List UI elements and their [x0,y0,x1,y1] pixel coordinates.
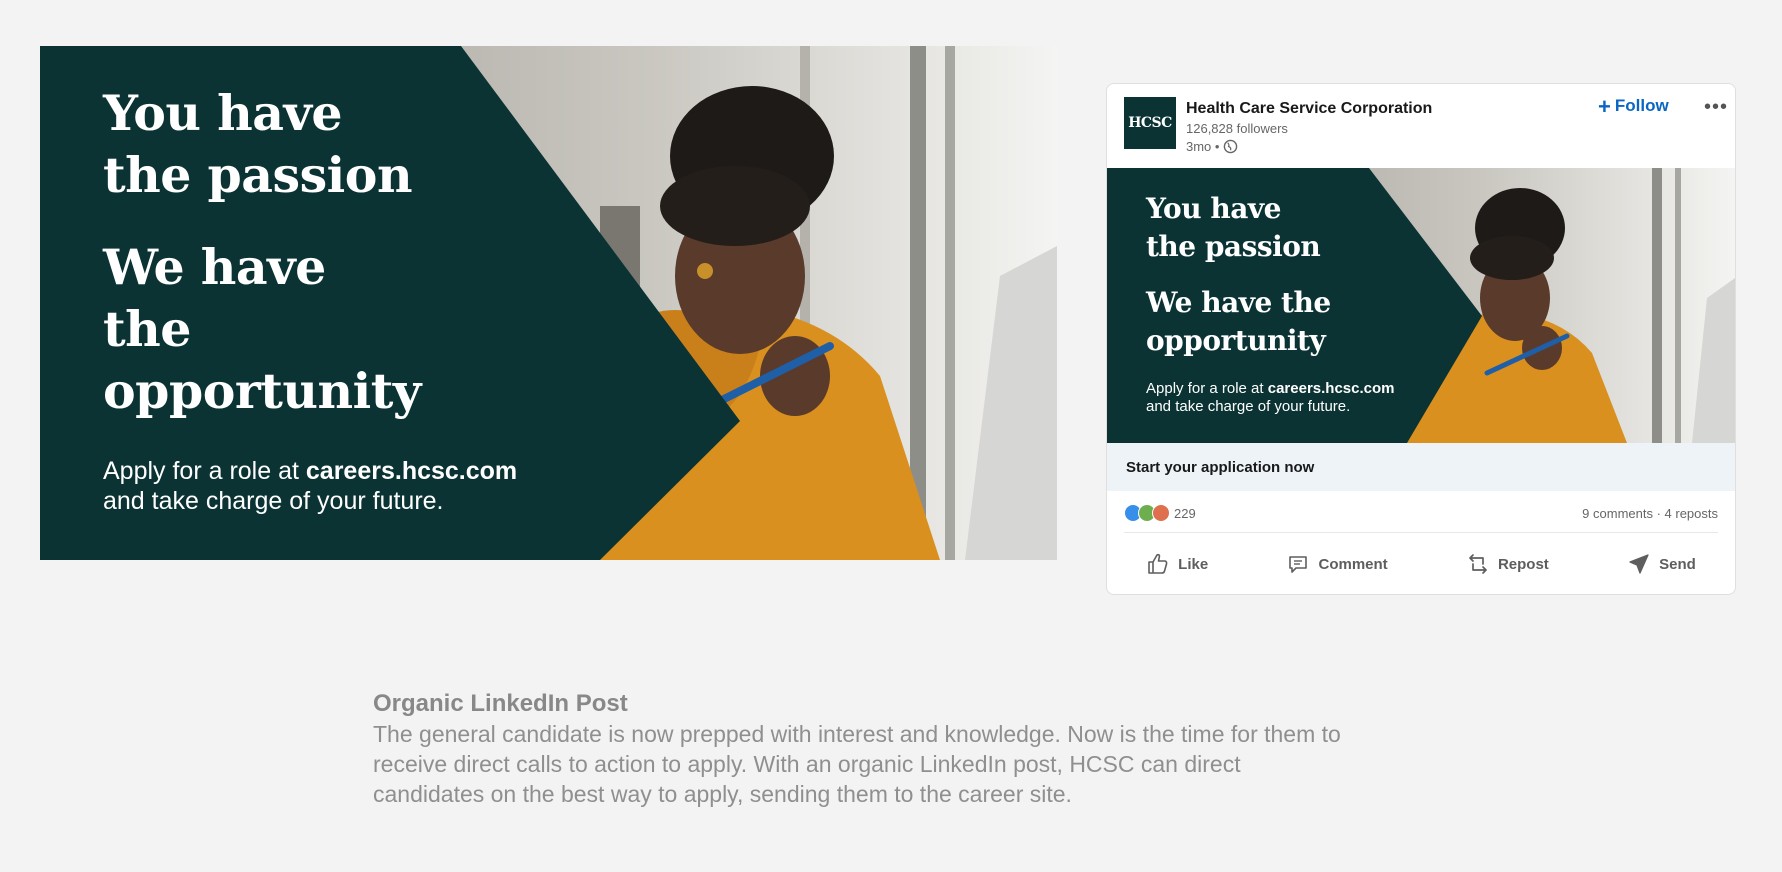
more-options-icon[interactable]: ••• [1704,96,1728,119]
post-time: 3mo • [1186,139,1220,154]
hero-banner: You have the passion We have the opportu… [40,46,1057,560]
post-meta: 3mo • [1186,139,1238,154]
banner-headline-opportunity: We have the opportunity [103,238,421,420]
banner-copy: You have the passion We have the opportu… [103,82,517,516]
post-apply-prefix: Apply for a role at [1146,380,1268,397]
banner-apply-text: Apply for a role at careers.hcsc.com and… [103,456,517,516]
post-image[interactable]: You have the passion We have the opportu… [1107,168,1735,443]
divider [1124,532,1718,533]
cta-bar[interactable]: Start your application now [1107,443,1735,491]
post-actions: Like Comment Repost Send [1107,536,1735,592]
post-apply-suffix: and take charge of your future. [1146,398,1351,415]
like-label: Like [1178,555,1209,573]
reactions-summary[interactable]: 229 [1124,504,1196,522]
comments-reposts-count[interactable]: 9 comments · 4 reposts [1582,506,1718,521]
plus-icon: + [1598,93,1611,119]
company-name[interactable]: Health Care Service Corporation [1186,100,1432,118]
repost-button[interactable]: Repost [1454,544,1561,584]
send-icon [1629,554,1649,574]
post-careers-link: careers.hcsc.com [1267,380,1395,397]
comment-label: Comment [1318,555,1388,573]
banner-headline-passion: You have the passion [103,84,413,204]
social-counts: 229 9 comments · 4 reposts [1124,504,1718,526]
comment-button[interactable]: Comment [1274,544,1399,584]
repost-icon [1469,554,1487,574]
company-logo[interactable]: HCSC [1124,97,1176,149]
send-button[interactable]: Send [1615,544,1708,584]
comment-icon [1289,556,1308,573]
description-title: Organic LinkedIn Post [373,690,628,717]
banner-careers-link: careers.hcsc.com [305,457,518,485]
globe-icon [1223,139,1238,154]
reaction-count: 229 [1174,505,1196,521]
like-button[interactable]: Like [1134,544,1220,584]
description-body: The general candidate is now prepped wit… [373,721,1341,807]
linkedin-post-card: HCSC Health Care Service Corporation 126… [1106,83,1736,595]
send-label: Send [1659,555,1696,573]
follow-label: Follow [1614,96,1669,115]
thumbs-up-icon [1148,553,1168,574]
banner-apply-suffix: and take charge of your future. [103,487,444,515]
post-headline-opportunity: We have the opportunity [1146,286,1331,357]
repost-label: Repost [1497,555,1549,573]
description-block: Organic LinkedIn Post The general candid… [373,689,1353,809]
banner-apply-prefix: Apply for a role at [103,457,306,485]
post-header: HCSC Health Care Service Corporation 126… [1107,84,1735,168]
love-reaction-icon [1152,504,1170,522]
cta-text: Start your application now [1126,458,1315,476]
follow-button[interactable]: + Follow [1598,93,1669,119]
post-image-copy: You have the passion We have the opportu… [1146,190,1395,416]
post-apply-text: Apply for a role at careers.hcsc.com and… [1146,380,1395,416]
post-headline-passion: You have the passion [1146,192,1321,263]
follower-count: 126,828 followers [1186,121,1288,136]
